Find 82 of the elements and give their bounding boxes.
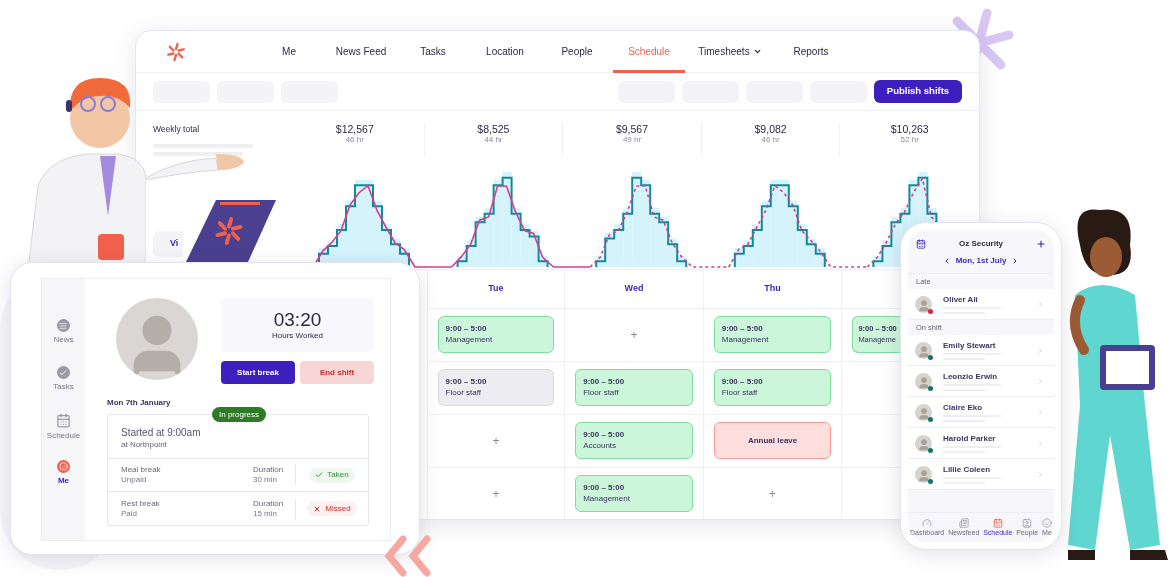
- break-status: Taken: [309, 467, 355, 483]
- day-hours: 46 hr: [761, 135, 780, 145]
- shift-role: Management: [721, 334, 770, 345]
- shift-time: 9:00 – 5:00: [583, 429, 626, 440]
- staff-name: Oliver Ali: [943, 294, 979, 304]
- weekly-total-label: Weekly total: [153, 123, 201, 136]
- break-pay: Paid: [121, 508, 138, 519]
- sidebar-item[interactable]: Tasks: [53, 366, 74, 395]
- shift-time: 9:00 – 5:00: [583, 482, 626, 493]
- end-shift-button[interactable]: End shift: [300, 361, 374, 384]
- day-header: Wed: [624, 282, 644, 296]
- staff-name: Leonzio Erwin: [943, 371, 999, 381]
- shift-time: 9:00 – 5:00: [721, 376, 764, 387]
- shift-card[interactable]: 9:00 – 5:00 Floor staff: [437, 369, 555, 406]
- sidebar-item[interactable]: News: [53, 319, 74, 348]
- leave-card[interactable]: Annual leave: [713, 422, 832, 459]
- shift-card[interactable]: 9:00 – 5:00 Management: [575, 475, 693, 512]
- shift-time: 9:00 – 5:00: [721, 323, 764, 334]
- nav-tab[interactable]: News Feed: [325, 31, 397, 73]
- staff-name: Claire Eko: [943, 402, 984, 412]
- view-button[interactable]: Vi: [153, 230, 183, 257]
- staff-row[interactable]: Lillie Coleen: [908, 459, 1054, 490]
- shift-time: 9:00 – 5:00: [583, 376, 626, 387]
- shift-location: at Northpoint: [121, 439, 168, 451]
- phone-date: Mon, 1st July: [955, 255, 1007, 267]
- day-hours: 44 hr: [484, 135, 503, 145]
- staff-row[interactable]: Oliver Ali: [908, 289, 1054, 320]
- day-hours: 52 hr: [900, 135, 919, 145]
- staff-row[interactable]: Emily Stewart: [908, 335, 1054, 366]
- shift-role: Accounts: [583, 440, 618, 451]
- day-total: $10,263: [890, 123, 929, 135]
- duration-label: Duration: [253, 465, 285, 475]
- nav-tab[interactable]: Tasks: [397, 31, 469, 73]
- staff-row[interactable]: Harold Parker: [908, 428, 1054, 459]
- day-total: $9,082: [754, 123, 787, 135]
- shift-date: Mon 7th January: [107, 397, 172, 409]
- nav-tab[interactable]: Location: [469, 31, 541, 73]
- nav-tab[interactable]: Me: [253, 31, 325, 73]
- start-break-button[interactable]: Start break: [221, 361, 295, 384]
- shift-role: Floor staff: [721, 387, 759, 398]
- shift-card[interactable]: 9:00 – 5:00 Floor staff: [575, 369, 693, 406]
- shift-role: Management: [583, 493, 631, 504]
- nav-tab[interactable]: Reports: [775, 31, 847, 73]
- duration-value: 30 min: [253, 475, 278, 485]
- shift-card[interactable]: 9:00 – 5:00 Floor staff: [713, 369, 832, 406]
- publish-shifts-button[interactable]: Publish shifts: [874, 80, 962, 103]
- timer-caption: Hours Worked: [272, 329, 323, 342]
- break-pay: Unpaid: [121, 475, 148, 485]
- add-shift-button[interactable]: +: [769, 484, 777, 503]
- break-status: Missed: [307, 501, 357, 516]
- staff-name: Emily Stewart: [943, 340, 997, 350]
- shift-card[interactable]: 9:00 – 5:00 Management: [713, 316, 832, 353]
- shift-role: Management: [445, 334, 494, 345]
- day-header: Thu: [764, 282, 781, 296]
- day-header: Tue: [488, 282, 504, 296]
- day-total: $8,525: [477, 123, 510, 135]
- staff-name: Harold Parker: [943, 433, 997, 443]
- shift-card[interactable]: 9:00 – 5:00 Management: [437, 316, 555, 353]
- staff-name: Lillie Coleen: [943, 464, 992, 474]
- nav-tab[interactable]: People: [541, 31, 613, 73]
- nav-tab[interactable]: Timesheets: [685, 31, 775, 73]
- break-name: Rest break: [121, 498, 161, 509]
- sidebar-item[interactable]: Schedule: [46, 413, 81, 442]
- day-hours: 49 hr: [622, 135, 642, 145]
- break-name: Meal break: [121, 465, 162, 475]
- shift-time: 9:00 – 5:00: [445, 323, 488, 334]
- timer-value: 03:20: [273, 308, 322, 330]
- staff-row[interactable]: Claire Eko: [908, 397, 1054, 428]
- phone-title: Oz Security: [959, 238, 1003, 250]
- duration-value: 15 min: [253, 508, 278, 519]
- shift-time: 9:00 – 5:00: [445, 376, 488, 387]
- shift-role: Floor staff: [583, 387, 620, 398]
- duration-label: Duration: [253, 498, 285, 509]
- shift-role: Floor staff: [445, 387, 482, 398]
- staff-row[interactable]: Leonzio Erwin: [908, 366, 1054, 397]
- day-hours: 46 hr: [345, 135, 364, 145]
- shift-card[interactable]: 9:00 – 5:00 Accounts: [575, 422, 693, 459]
- sidebar-item[interactable]: Me: [57, 460, 70, 489]
- day-total: $12,567: [335, 123, 374, 135]
- day-total: $9,567: [615, 123, 649, 135]
- shift-start-text: Started at 9:00am: [121, 427, 202, 439]
- in-progress-badge: In progress: [212, 407, 267, 422]
